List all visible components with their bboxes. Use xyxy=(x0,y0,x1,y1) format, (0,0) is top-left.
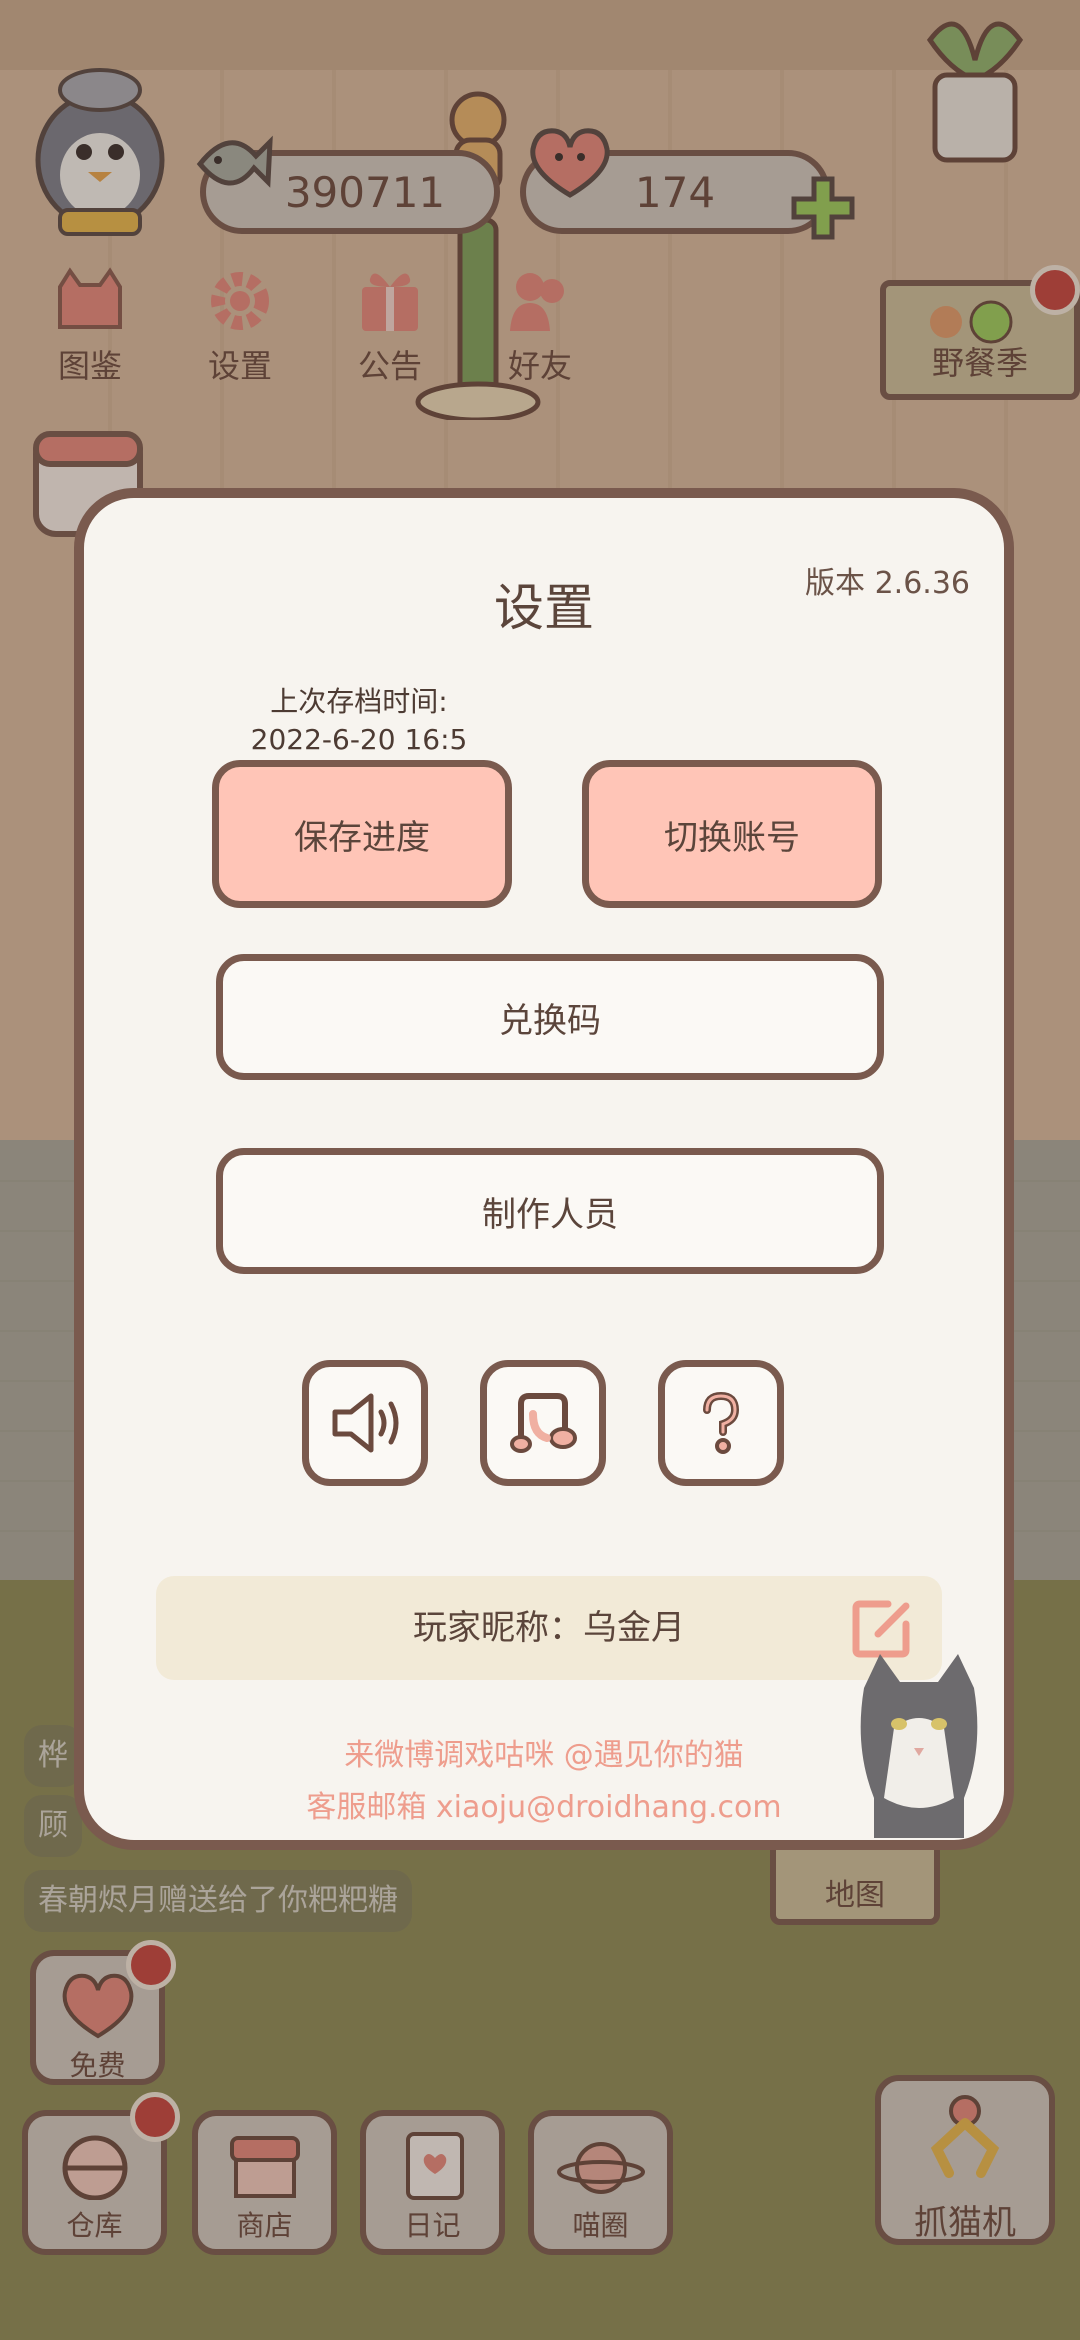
cat-photo xyxy=(860,1654,978,1838)
music-toggle-button[interactable] xyxy=(480,1360,606,1486)
last-save-value: 2022-6-20 16:5 xyxy=(250,723,468,756)
last-save-time: 上次存档时间: 2022-6-20 16:5 xyxy=(234,683,484,759)
last-save-label: 上次存档时间: xyxy=(270,685,448,718)
redeem-code-label: 兑换码 xyxy=(499,1000,601,1041)
settings-dialog: 设置 版本 2.6.36 上次存档时间: 2022-6-20 16:5 保存进度… xyxy=(74,488,1014,1850)
switch-account-button[interactable]: 切换账号 xyxy=(582,760,882,908)
redeem-code-button[interactable]: 兑换码 xyxy=(216,954,884,1080)
switch-account-label: 切换账号 xyxy=(664,817,800,858)
save-progress-label: 保存进度 xyxy=(294,817,430,858)
help-icon xyxy=(703,1391,740,1454)
sound-icon xyxy=(332,1393,399,1453)
nickname-text: 玩家昵称：乌金月 xyxy=(413,1608,685,1648)
version-label: 版本 2.6.36 xyxy=(805,566,970,601)
save-progress-button[interactable]: 保存进度 xyxy=(212,760,512,908)
help-button[interactable] xyxy=(658,1360,784,1486)
nickname-bar: 玩家昵称：乌金月 xyxy=(156,1576,942,1680)
credits-label: 制作人员 xyxy=(482,1194,618,1235)
music-icon xyxy=(510,1393,577,1453)
sound-toggle-button[interactable] xyxy=(302,1360,428,1486)
credits-button[interactable]: 制作人员 xyxy=(216,1148,884,1274)
